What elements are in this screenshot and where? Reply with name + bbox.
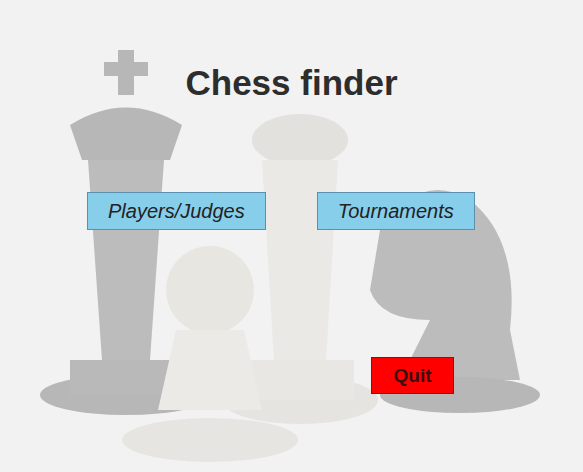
chess-finder-window: Chess finder Players/Judges Tournaments Qui… [0,0,583,472]
menu-buttons: Players/Judges Tournaments [0,192,583,230]
menu-button[interactable]: Players/Judges [87,192,266,230]
quit-button[interactable]: Quit [371,357,454,394]
menu-button[interactable]: Tournaments [317,192,475,230]
app-title: Chess finder [0,0,583,103]
